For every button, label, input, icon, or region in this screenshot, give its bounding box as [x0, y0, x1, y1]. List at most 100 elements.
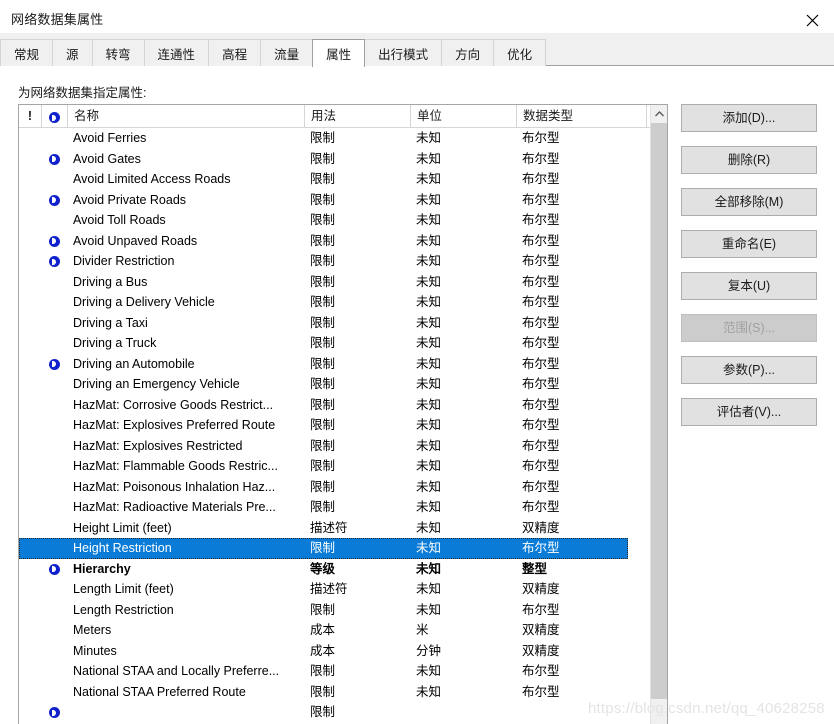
- cell-unit: 未知: [416, 213, 442, 227]
- table-row[interactable]: Avoid Ferries 限制 未知 布尔型: [19, 128, 667, 149]
- usage-marker-icon: [48, 358, 60, 370]
- cell-name: HazMat: Poisonous Inhalation Haz...: [73, 479, 276, 494]
- evaluators-button[interactable]: 评估者(V)...: [681, 398, 817, 426]
- tab-3[interactable]: 转弯: [91, 39, 145, 66]
- tab-5[interactable]: 高程: [208, 39, 262, 66]
- table-row[interactable]: National STAA Preferred Route 限制 未知 布尔型: [19, 682, 667, 703]
- table-row[interactable]: Driving a Truck 限制 未知 布尔型: [19, 333, 667, 354]
- tab-1[interactable]: 常规: [0, 39, 54, 66]
- table-row[interactable]: Length Limit (feet) 描述符 未知 双精度: [19, 579, 667, 600]
- cell-datatype: 布尔型: [522, 418, 560, 432]
- row-usage-icon-cell: [41, 395, 67, 416]
- tab-2[interactable]: 源: [52, 39, 93, 66]
- table-row[interactable]: Divider Restriction 限制 未知 布尔型: [19, 251, 667, 272]
- table-row[interactable]: Hierarchy 等级 未知 整型: [19, 559, 667, 580]
- cell-usage: 限制: [310, 213, 336, 227]
- scrollbar-thumb[interactable]: [651, 123, 667, 699]
- duplicate-button[interactable]: 复本(U): [681, 272, 817, 300]
- cell-unit: 未知: [416, 561, 442, 576]
- table-row[interactable]: Driving a Bus 限制 未知 布尔型: [19, 272, 667, 293]
- cell-datatype: 布尔型: [522, 336, 560, 350]
- table-row[interactable]: Driving an Emergency Vehicle 限制 未知 布尔型: [19, 374, 667, 395]
- table-row[interactable]: HazMat: Explosives Preferred Route 限制 未知 布尔…: [19, 415, 667, 436]
- table-row[interactable]: Minutes 成本 分钟 双精度: [19, 641, 667, 662]
- table-row[interactable]: Height Restriction 限制 未知 布尔型: [19, 538, 628, 559]
- table-row[interactable]: Height Limit (feet) 描述符 未知 双精度: [19, 518, 667, 539]
- cell-datatype: 布尔型: [522, 356, 560, 371]
- tab-8[interactable]: 出行模式: [364, 39, 443, 66]
- cell-usage: 限制: [310, 459, 336, 473]
- add-button[interactable]: 添加(D)...: [681, 104, 817, 132]
- table-row[interactable]: HazMat: Radioactive Materials Pre... 限制 未知…: [19, 497, 667, 518]
- row-usage-icon-cell: [41, 661, 67, 682]
- table-row[interactable]: Avoid Toll Roads 限制 未知 布尔型: [19, 210, 667, 231]
- cell-name: Avoid Ferries: [73, 131, 147, 145]
- usage-marker-icon: [48, 194, 60, 206]
- cell-datatype: 布尔型: [522, 684, 560, 699]
- row-usage-icon-cell: [41, 333, 67, 354]
- table-row[interactable]: HazMat: Explosives Restricted 限制 未知 布尔型: [19, 436, 667, 457]
- column-header-datatype[interactable]: 数据类型: [516, 105, 646, 127]
- table-row[interactable]: HazMat: Corrosive Goods Restrict... 限制 未知 布…: [19, 395, 667, 416]
- column-header-name[interactable]: 名称: [67, 105, 304, 127]
- row-usage-icon-cell: [41, 456, 67, 477]
- column-header-warning[interactable]: !: [19, 105, 41, 127]
- cell-unit: 未知: [416, 151, 442, 166]
- table-row[interactable]: HazMat: Poisonous Inhalation Haz... 限制 未知 布…: [19, 477, 667, 498]
- column-header-icon[interactable]: [41, 105, 67, 127]
- table-row[interactable]: National STAA and Locally Preferre... 限制 未…: [19, 661, 667, 682]
- table-row[interactable]: Meters 成本 米 双精度: [19, 620, 667, 641]
- cell-unit: 未知: [416, 274, 442, 289]
- cell-unit: 未知: [416, 254, 442, 268]
- column-header-unit[interactable]: 单位: [410, 105, 516, 127]
- cell-usage: 限制: [310, 131, 336, 145]
- row-usage-icon-cell: [41, 169, 67, 190]
- cell-name: Avoid Unpaved Roads: [73, 233, 198, 248]
- cell-usage: 成本: [310, 643, 336, 658]
- row-usage-icon-cell: [41, 354, 67, 375]
- table-row[interactable]: 限制: [19, 702, 667, 723]
- cell-unit: 未知: [416, 438, 442, 453]
- window-title: 网络数据集属性: [11, 12, 104, 27]
- tab-7[interactable]: 属性: [312, 39, 366, 67]
- usage-marker-icon: [49, 112, 60, 123]
- cell-name: Hierarchy: [73, 561, 131, 576]
- table-row[interactable]: Driving a Taxi 限制 未知 布尔型: [19, 313, 667, 334]
- row-usage-icon-cell: [41, 600, 67, 621]
- cell-usage: 限制: [310, 172, 336, 186]
- tab-9[interactable]: 方向: [441, 39, 495, 66]
- column-header-usage[interactable]: 用法: [304, 105, 410, 127]
- cell-usage: 限制: [310, 336, 336, 350]
- vertical-scrollbar[interactable]: [650, 105, 667, 724]
- tab-4[interactable]: 连通性: [143, 39, 210, 66]
- cell-name: Driving a Truck: [73, 336, 157, 350]
- table-row[interactable]: Driving a Delivery Vehicle 限制 未知 布尔型: [19, 292, 667, 313]
- delete-button[interactable]: 删除(R): [681, 146, 817, 174]
- cell-usage: 限制: [310, 356, 336, 371]
- row-usage-icon-cell: [41, 702, 67, 723]
- table-row[interactable]: Avoid Gates 限制 未知 布尔型: [19, 149, 667, 170]
- cell-datatype: 双精度: [522, 520, 560, 535]
- remove-all-button[interactable]: 全部移除(M): [681, 188, 817, 216]
- row-usage-icon-cell: [41, 682, 67, 703]
- cell-datatype: 布尔型: [522, 213, 560, 227]
- table-row[interactable]: Avoid Limited Access Roads 限制 未知 布尔型: [19, 169, 667, 190]
- parameters-button[interactable]: 参数(P)...: [681, 356, 817, 384]
- table-row[interactable]: Length Restriction 限制 未知 布尔型: [19, 600, 667, 621]
- table-row[interactable]: Avoid Private Roads 限制 未知 布尔型: [19, 190, 667, 211]
- close-icon[interactable]: [790, 0, 834, 31]
- tab-6[interactable]: 流量: [260, 39, 314, 66]
- tab-10[interactable]: 优化: [493, 39, 547, 66]
- panel-caption: 为网络数据集指定属性:: [18, 86, 147, 100]
- scroll-up-icon[interactable]: [651, 105, 667, 122]
- cell-unit: 未知: [416, 582, 442, 596]
- table-row[interactable]: HazMat: Flammable Goods Restric... 限制 未知 布尔…: [19, 456, 667, 477]
- rename-button[interactable]: 重命名(E): [681, 230, 817, 258]
- cell-unit: 分钟: [416, 643, 442, 658]
- cell-datatype: 双精度: [522, 582, 560, 596]
- row-usage-icon-cell: [41, 518, 67, 539]
- table-row[interactable]: Avoid Unpaved Roads 限制 未知 布尔型: [19, 231, 667, 252]
- table-row[interactable]: Driving an Automobile 限制 未知 布尔型: [19, 354, 667, 375]
- button-column: 添加(D)... 删除(R) 全部移除(M) 重命名(E) 复本(U) 范围(S)... 参…: [681, 104, 817, 440]
- row-usage-icon-cell: [41, 641, 67, 662]
